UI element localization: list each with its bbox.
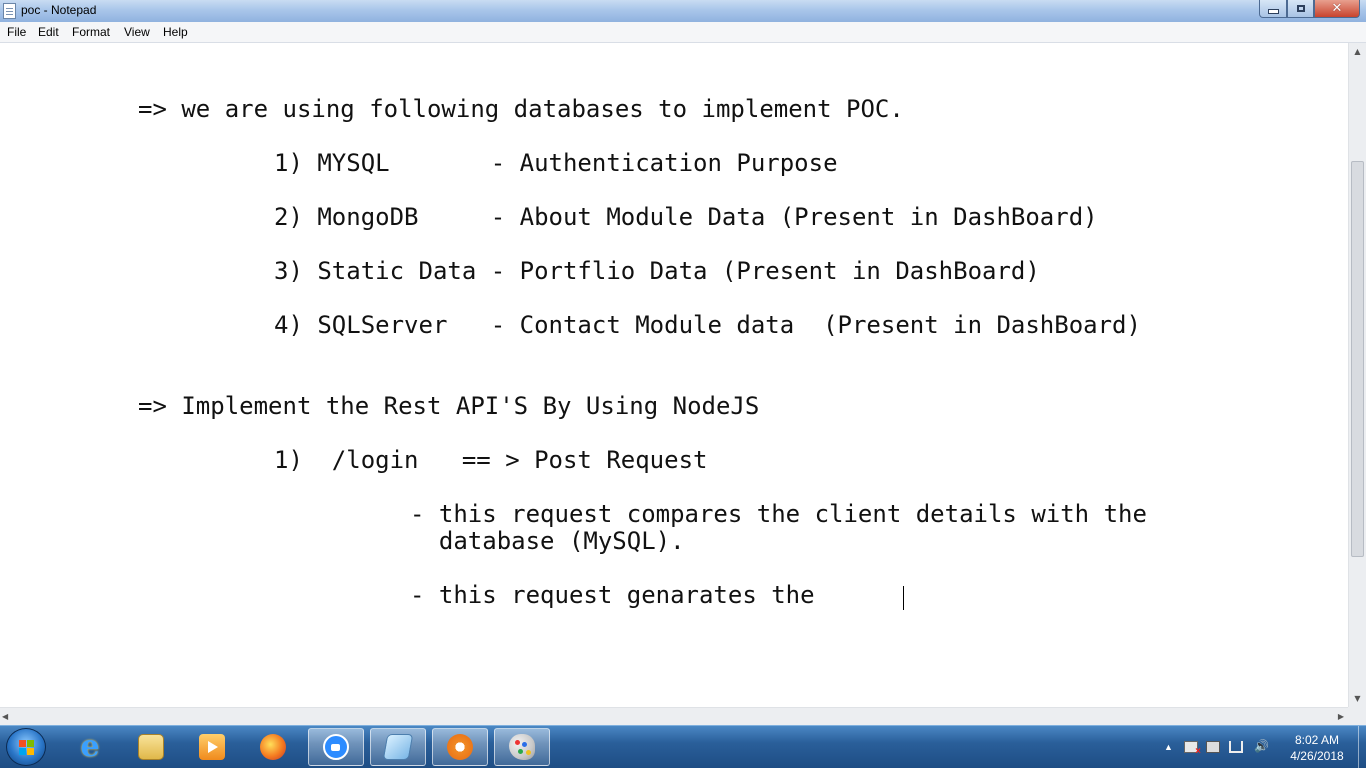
volume-icon[interactable]: 🔊	[1254, 739, 1269, 753]
vertical-scroll-thumb[interactable]	[1351, 161, 1364, 557]
flower-app-icon	[447, 734, 473, 760]
taskbar-paint[interactable]	[494, 728, 550, 766]
scroll-up-arrow-icon[interactable]: ▲	[1349, 43, 1366, 60]
text-caret	[903, 586, 904, 610]
text-editor[interactable]: => we are using following databases to i…	[0, 43, 1348, 707]
window-title: poc - Notepad	[21, 3, 97, 17]
menu-view[interactable]: View	[124, 25, 150, 39]
notepad-icon	[382, 734, 414, 760]
scroll-left-arrow-icon[interactable]: ◀	[2, 708, 8, 725]
editor-line: 1) MYSQL - Authentication Purpose	[274, 149, 838, 177]
scroll-right-arrow-icon[interactable]: ▶	[1338, 708, 1344, 725]
show-hidden-icons-icon[interactable]: ▲	[1164, 742, 1178, 754]
zoom-icon	[323, 734, 349, 760]
editor-line: => Implement the Rest API'S By Using Nod…	[138, 392, 760, 420]
editor-line: - this request compares the client detai…	[410, 500, 1147, 528]
editor-line: database (MySQL).	[410, 527, 685, 555]
show-desktop-button[interactable]	[1358, 726, 1366, 769]
notepad-app-icon[interactable]	[3, 3, 16, 19]
minimize-icon	[1267, 9, 1279, 14]
menu-edit[interactable]: Edit	[38, 25, 59, 39]
menu-bar: File Edit Format View Help	[0, 22, 1366, 43]
minimize-button[interactable]	[1259, 0, 1287, 18]
scroll-down-arrow-icon[interactable]: ▼	[1349, 690, 1366, 707]
scrollbar-corner	[1348, 707, 1366, 725]
media-player-icon	[199, 734, 225, 760]
device-icon[interactable]	[1206, 741, 1220, 753]
taskbar-media-player[interactable]	[184, 728, 240, 766]
horizontal-scrollbar[interactable]: ◀ ▶	[0, 707, 1348, 725]
taskbar-explorer[interactable]	[123, 728, 179, 766]
editor-line: 4) SQLServer - Contact Module data (Pres…	[274, 311, 1141, 339]
paint-icon	[509, 734, 535, 760]
taskbar: e ▲ 🔊 8:02 AM 4/26/2018	[0, 725, 1366, 769]
action-center-flag-icon[interactable]	[1184, 741, 1201, 757]
system-tray: ▲ 🔊 8:02 AM 4/26/2018	[1158, 726, 1366, 769]
taskbar-zoom[interactable]	[308, 728, 364, 766]
editor-line: - this request genarates the	[410, 581, 815, 609]
menu-format[interactable]: Format	[72, 25, 110, 39]
editor-line: 2) MongoDB - About Module Data (Present …	[274, 203, 1098, 231]
title-bar[interactable]: poc - Notepad ✕	[0, 0, 1366, 22]
editor-line: 3) Static Data - Portflio Data (Present …	[274, 257, 1040, 285]
close-button[interactable]: ✕	[1314, 0, 1360, 18]
editor-line: 1) /login == > Post Request	[274, 446, 708, 474]
clock-time[interactable]: 8:02 AM	[1280, 733, 1354, 747]
start-button[interactable]	[6, 728, 46, 766]
menu-file[interactable]: File	[7, 25, 26, 39]
folder-icon	[138, 734, 164, 760]
taskbar-flower-app[interactable]	[432, 728, 488, 766]
vertical-scrollbar[interactable]: ▲ ▼	[1348, 43, 1366, 707]
firefox-icon	[260, 734, 286, 760]
maximize-icon	[1296, 5, 1305, 12]
taskbar-ie[interactable]: e	[62, 728, 118, 766]
editor-line: => we are using following databases to i…	[138, 95, 904, 123]
ie-icon: e	[80, 729, 100, 764]
taskbar-firefox[interactable]	[245, 728, 301, 766]
network-icon[interactable]	[1229, 741, 1243, 753]
maximize-button[interactable]	[1287, 0, 1314, 18]
taskbar-notepad[interactable]	[370, 728, 426, 766]
close-icon: ✕	[1331, 1, 1343, 16]
menu-help[interactable]: Help	[163, 25, 188, 39]
clock-date[interactable]: 4/26/2018	[1280, 749, 1354, 763]
